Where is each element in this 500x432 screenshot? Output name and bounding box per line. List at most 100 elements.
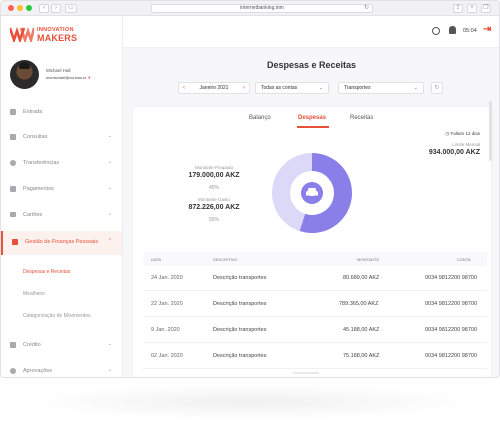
sidebar-item-pagamentos[interactable]: Pagamentos ⌄ (1, 178, 122, 202)
sidebar-toggle-icon[interactable]: ▭ (65, 4, 77, 13)
sidebar-item-label: Aprovações (23, 368, 53, 374)
chevron-down-icon[interactable]: ▼ (87, 75, 91, 80)
table-header: DATA DESCRITIVO MONTANTE CONTA (143, 252, 487, 266)
days-left: ◷ Faltam 12 dias (445, 131, 480, 137)
sidebar-item-credito[interactable]: Crédito ⌄ (1, 334, 122, 358)
summary-card: Balanço Despesas Receitas ◷ Faltam 12 di… (133, 107, 491, 377)
chevron-down-icon: ⌄ (107, 133, 112, 139)
row-amount: 789.365,00 AKZ (339, 301, 379, 307)
forward-button[interactable]: › (51, 4, 61, 13)
sidebar-item-cartoes[interactable]: Cartões ⌄ (1, 204, 122, 228)
sidebar-item-label: Transferências (23, 160, 60, 166)
back-button[interactable]: ‹ (39, 4, 49, 13)
sidebar: INNOVATION MAKERS Michael Hall mcmichael… (1, 16, 123, 377)
sidebar-item-gestao-financas[interactable]: Gestão de Finanças Pessoais ⌃ (1, 231, 122, 255)
col-description: DESCRITIVO (213, 257, 238, 262)
row-account: 0034 9812200 98700 (425, 275, 477, 281)
user-email-text: mcmichael@curious.io (46, 75, 87, 80)
chevron-down-icon: ⌄ (107, 159, 112, 165)
credit-icon (10, 342, 16, 348)
sidebar-item-label: Gestão de Finanças Pessoais (25, 239, 99, 245)
scrollbar[interactable] (489, 101, 492, 161)
month-picker[interactable]: ‹ Janeiro 2021 › (178, 82, 250, 94)
finance-icon (12, 239, 18, 245)
refresh-icon[interactable]: ↻ (431, 82, 443, 94)
user-profile[interactable]: Michael Hall mcmichael@curious.io ▼ (10, 60, 122, 92)
chevron-up-icon: ⌃ (107, 238, 112, 244)
page-title: Despesas e Receitas (266, 60, 357, 70)
chevron-right-icon[interactable]: › (243, 83, 245, 93)
category-select-value: Transportes (344, 85, 371, 91)
table-row[interactable]: 22 Jan. 2020 Descrição transportes 789.3… (143, 292, 487, 317)
sidebar-item-label: Consultas (23, 134, 48, 140)
new-tab-icon[interactable]: + (467, 4, 477, 13)
row-account: 0034 9812200 98700 (425, 353, 477, 359)
accounts-select-value: Todas as contas (261, 85, 298, 91)
sidebar-item-consultas[interactable]: Consultas ⌄ (1, 126, 122, 150)
table-row[interactable]: 9 Jan. 2020 Descrição transportes 45.188… (143, 318, 487, 343)
col-account: CONTA (457, 257, 471, 262)
chart-icon (10, 134, 16, 140)
card-icon (10, 212, 16, 217)
tab-despesas[interactable]: Despesas (298, 115, 326, 121)
chevron-down-icon: ⌄ (107, 367, 112, 373)
chevron-left-icon[interactable]: ‹ (183, 83, 185, 93)
saved-percent: 45% (208, 185, 219, 191)
row-date: 24 Jan. 2020 (151, 275, 183, 281)
active-tab-indicator (297, 126, 329, 128)
saved-label: Montante Poupado (194, 165, 234, 170)
tab-balanco[interactable]: Balanço (249, 115, 271, 121)
month-picker-value: Janeiro 2021 (199, 85, 229, 91)
chevron-down-icon: ⌄ (107, 211, 112, 217)
tabs-overview-icon[interactable]: ❐ (481, 4, 491, 13)
load-more-indicator[interactable] (293, 372, 319, 374)
row-date: 02 Jan. 2020 (151, 353, 183, 359)
search-icon[interactable] (432, 27, 440, 35)
payment-icon (10, 186, 16, 192)
row-account: 0034 9812200 98700 (425, 301, 477, 307)
sidebar-item-entrada[interactable]: Entrada (1, 101, 122, 125)
row-amount: 45.188,00 AKZ (343, 327, 380, 333)
subitem-despesas-receitas[interactable]: Despesas e Receitas (23, 269, 70, 275)
saved-value: 179.000,00 AKZ (188, 172, 240, 179)
sidebar-item-transferencias[interactable]: Transferências ⌄ (1, 152, 122, 176)
close-window-button[interactable] (8, 5, 14, 11)
row-amount: 80.689,00 AKZ (343, 275, 380, 281)
expense-donut (272, 153, 352, 233)
brand-line2: MAKERS (37, 33, 78, 43)
maximize-window-button[interactable] (26, 5, 32, 11)
browser-titlebar: ‹ › ▭ internetbanking.inm ↻ ⇪ + ❐ (1, 1, 499, 16)
row-description: Descrição transportes (213, 353, 267, 359)
sidebar-item-label: Entrada (23, 109, 43, 115)
row-amount: 75.188,00 AKZ (343, 353, 380, 359)
chevron-down-icon: ⌄ (318, 85, 323, 91)
share-icon[interactable]: ⇪ (453, 4, 463, 13)
sidebar-item-aprovacoes[interactable]: Aprovações ⌄ (1, 360, 122, 377)
spent-percent: 55% (208, 217, 219, 223)
table-row[interactable]: 24 Jan. 2020 Descrição transportes 80.68… (143, 266, 487, 291)
subitem-mealheiro[interactable]: Mealheiro (23, 291, 45, 297)
chevron-down-icon: ⌄ (107, 185, 112, 191)
subitem-categorizacao[interactable]: Categorização de Movimentos (23, 313, 91, 319)
tab-receitas[interactable]: Receitas (350, 115, 373, 121)
brand-logo[interactable]: INNOVATION MAKERS (10, 24, 90, 46)
minimize-window-button[interactable] (17, 5, 23, 11)
main-content: Despesas e Receitas ‹ Janeiro 2021 › Tod… (123, 48, 499, 377)
chevron-down-icon: ⌄ (413, 85, 418, 91)
transfer-icon (10, 160, 16, 166)
sidebar-item-label: Pagamentos (23, 186, 54, 192)
logout-icon[interactable]: ⇥ (483, 24, 491, 35)
address-bar[interactable]: internetbanking.inm ↻ (151, 4, 373, 13)
user-email[interactable]: mcmichael@curious.io ▼ (46, 75, 91, 80)
session-time: 05:04 (463, 28, 477, 34)
category-select[interactable]: Transportes ⌄ (338, 82, 424, 94)
bell-icon[interactable] (449, 26, 456, 34)
col-date: DATA (151, 257, 162, 262)
table-row[interactable]: 02 Jan. 2020 Descrição transportes 75.18… (143, 344, 487, 369)
limit-label: Limite Mensal (452, 142, 480, 147)
user-name: Michael Hall (46, 68, 71, 73)
reload-icon[interactable]: ↻ (364, 5, 369, 12)
window-shadow (20, 384, 480, 420)
accounts-select[interactable]: Todas as contas ⌄ (255, 82, 329, 94)
row-date: 22 Jan. 2020 (151, 301, 183, 307)
